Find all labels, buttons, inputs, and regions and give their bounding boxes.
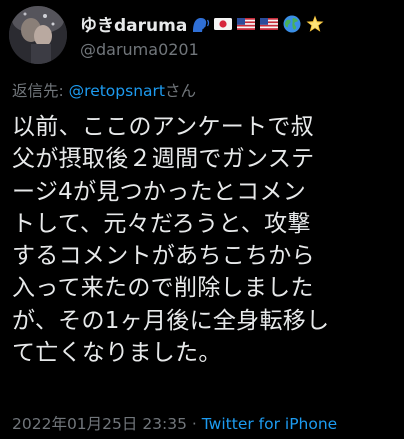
speaking-head-icon [190, 14, 210, 34]
reply-suffix: さん [164, 82, 196, 100]
globe-icon [282, 14, 302, 34]
avatar[interactable] [9, 6, 67, 64]
tweet-timestamp[interactable]: 2022年01月25日 23:35 [12, 415, 187, 433]
reply-mention-link[interactable]: @retopsnart [69, 82, 165, 100]
tweet-meta: 2022年01月25日 23:35 · Twitter for iPhone [12, 412, 337, 434]
tweet-text-line: 父が摂取後２週間でガンステ [12, 146, 315, 173]
reply-context: 返信先: @retopsnartさん [12, 79, 196, 101]
avatar-image [9, 6, 67, 64]
display-name-text: ゆきdaruma [80, 16, 188, 36]
user-handle[interactable]: @daruma0201 [80, 40, 199, 59]
reply-prefix: 返信先: [12, 82, 69, 100]
us-flag-icon [236, 14, 256, 34]
tweet-text-line: するコメントがあちこちから [12, 243, 315, 270]
tweet-text-line: ージ4が見つかったとコメン [12, 178, 307, 205]
tweet-text-line: が、その1ヶ月後に全身転移し [12, 307, 330, 334]
japan-flag-icon [213, 14, 233, 34]
display-name[interactable]: ゆきdaruma [80, 11, 325, 36]
tweet-text: 以前、ここのアンケートで叔 父が摂取後２週間でガンステ ージ4が見つかったとコメ… [12, 111, 396, 369]
star-icon [305, 14, 325, 34]
tweet-source-link[interactable]: Twitter for iPhone [202, 415, 337, 433]
tweet-text-line: トして、元々だろうと、攻撃 [12, 210, 311, 237]
tweet-text-line: 以前、ここのアンケートで叔 [12, 114, 314, 140]
tweet-text-line: 入って来たので削除しました [12, 275, 314, 302]
tweet-header: ゆきdaruma @daruma0201 [0, 0, 404, 70]
us-flag-icon [259, 14, 279, 34]
tweet-text-line: て亡くなりました。 [12, 340, 222, 367]
meta-separator: · [187, 415, 202, 433]
